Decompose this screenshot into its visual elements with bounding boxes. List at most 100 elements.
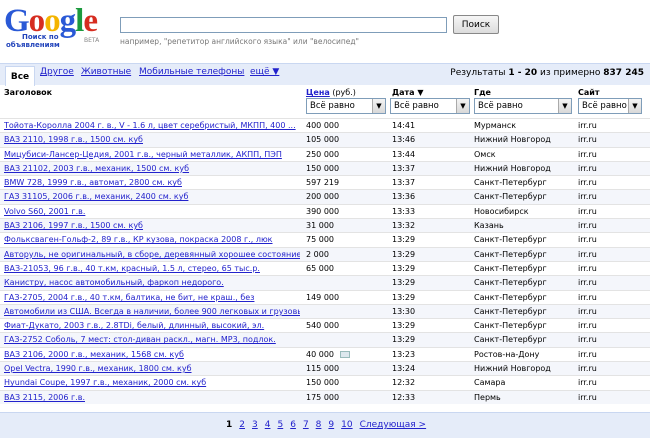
listing-title-link-text[interactable]: ВАЗ 2106, 1997 г.в., 1500 см. куб <box>4 221 143 230</box>
listing-title-link[interactable]: ВАЗ 2115, 2006 г.в. <box>4 393 300 403</box>
listing-title-link[interactable]: Тойота-Королла 2004 г. в., V - 1.6 л, цв… <box>4 121 300 131</box>
search-button[interactable]: Поиск <box>453 15 499 34</box>
logo-letter: g <box>59 3 76 39</box>
listing-time: 12:33 <box>392 393 470 403</box>
listing-place-text: Санкт-Петербург <box>474 192 547 202</box>
listing-title-link-text[interactable]: Тойота-Королла 2004 г. в., V - 1.6 л, цв… <box>4 121 296 130</box>
listing-time: 13:23 <box>392 350 470 360</box>
date-filter-select[interactable]: Всё равно ▼ <box>390 98 470 114</box>
listing-title-link-text[interactable]: BMW 728, 1999 г.в., автомат, 2800 см. ку… <box>4 178 182 187</box>
listing-title-link-text[interactable]: Авторуль, не оригинальный, в сборе, дере… <box>4 250 300 259</box>
listing-place-text: Санкт-Петербург <box>474 278 547 288</box>
column-date-header[interactable]: Дата ▼ <box>392 88 424 97</box>
listing-title-link[interactable]: Opel Vectra, 1990 г.в., механик, 1800 см… <box>4 364 300 374</box>
listing-title-link-text[interactable]: ВАЗ 2110, 1998 г.в., 1500 см. куб <box>4 135 143 144</box>
photo-icon[interactable] <box>340 350 350 358</box>
listing-time: 13:29 <box>392 235 470 245</box>
table-row: ГАЗ-2705, 2004 г.в., 40 т.км, балтика, н… <box>0 289 650 304</box>
listing-title-link-text[interactable]: ГАЗ-2705, 2004 г.в., 40 т.км, балтика, н… <box>4 293 254 302</box>
site-filter-value: Всё равно <box>582 101 627 111</box>
listing-title-link-text[interactable]: ВАЗ-21053, 96 г.в., 40 т.км, красный, 1.… <box>4 264 260 273</box>
listing-title-link[interactable]: ГАЗ-2752 Соболь, 7 мест: стол-диван раск… <box>4 335 300 345</box>
listing-title-link-text[interactable]: Hyundai Coupe, 1997 г.в., механик, 2000 … <box>4 378 206 387</box>
page-link[interactable]: 3 <box>252 420 258 430</box>
listing-price-text: 150 000 <box>306 378 340 388</box>
listing-title-link[interactable]: ГАЗ-2705, 2004 г.в., 40 т.км, балтика, н… <box>4 293 300 303</box>
tab-other[interactable]: Другое <box>40 67 74 77</box>
page-link[interactable]: 5 <box>277 420 283 430</box>
page-link[interactable]: 10 <box>341 420 352 430</box>
listing-place: Ростов-на-Дону <box>474 350 576 360</box>
price-filter-select[interactable]: Всё равно ▼ <box>306 98 386 114</box>
site-filter-select[interactable]: Всё равно ▼ <box>578 98 642 114</box>
page-link[interactable]: 9 <box>328 420 334 430</box>
listing-title-link-text[interactable]: Мицубиси-Лансер-Цедия, 2001 г.в., черный… <box>4 150 282 159</box>
page-link[interactable]: 8 <box>316 420 322 430</box>
listing-price: 150 000 <box>306 164 386 174</box>
listing-title-link-text[interactable]: Фольксваген-Гольф-2, 89 г.в., КР кузова,… <box>4 235 273 244</box>
listing-title-link-text[interactable]: ВАЗ 21102, 2003 г.в., механик, 1500 см. … <box>4 164 189 173</box>
listing-place: Пермь <box>474 393 576 403</box>
table-row: Тойота-Королла 2004 г. в., V - 1.6 л, цв… <box>0 118 650 132</box>
listing-time: 13:37 <box>392 164 470 174</box>
listing-price-text: 65 000 <box>306 263 334 273</box>
listing-site: irr.ru <box>578 121 648 131</box>
listing-title-link-text[interactable]: Канистру, насос автомобильный, фаркоп не… <box>4 278 224 287</box>
listing-time-text: 13:29 <box>392 263 416 273</box>
listing-title-link[interactable]: Автомобили из США. Всегда в наличии, бол… <box>4 307 300 317</box>
listing-title-link-text[interactable]: Volvo S60, 2001 г.в. <box>4 207 85 216</box>
listing-title-link-text[interactable]: ГАЗ-2752 Соболь, 7 мест: стол-диван раск… <box>4 335 276 344</box>
listing-title-link[interactable]: Volvo S60, 2001 г.в. <box>4 207 300 217</box>
listing-title-link[interactable]: ГАЗ 31105, 2006 г.в., механик, 2400 см. … <box>4 192 300 202</box>
listing-price-text: 200 000 <box>306 192 340 202</box>
logo[interactable]: Google Поиск по объявлениям BETA <box>4 3 108 49</box>
page-link[interactable]: 4 <box>265 420 271 430</box>
listing-title-link-text[interactable]: Opel Vectra, 1990 г.в., механик, 1800 см… <box>4 364 192 373</box>
listing-title-link-text[interactable]: Фиат-Дукато, 2003 г.в., 2.8TDi, белый, д… <box>4 321 264 330</box>
listing-title-link-text[interactable]: ВАЗ 2115, 2006 г.в. <box>4 393 85 402</box>
listing-title-link[interactable]: Hyundai Coupe, 1997 г.в., механик, 2000 … <box>4 378 300 388</box>
listing-title-link[interactable]: Мицубиси-Лансер-Цедия, 2001 г.в., черный… <box>4 150 300 160</box>
page-link[interactable]: 6 <box>290 420 296 430</box>
next-page-link[interactable]: Следующая > <box>360 420 427 430</box>
place-filter-select[interactable]: Всё равно ▼ <box>474 98 572 114</box>
table-row: ВАЗ 2115, 2006 г.в. 175 000 12:33 Пермь irr.… <box>0 389 650 404</box>
results-prefix: Результаты <box>450 68 509 78</box>
tab-all[interactable]: Все <box>5 66 35 86</box>
listing-title-link[interactable]: Авторуль, не оригинальный, в сборе, дере… <box>4 250 300 260</box>
listing-title-link[interactable]: Фиат-Дукато, 2003 г.в., 2.8TDi, белый, д… <box>4 321 300 331</box>
listing-title-link[interactable]: Фольксваген-Гольф-2, 89 г.в., КР кузова,… <box>4 235 300 245</box>
listing-title-link[interactable]: ВАЗ 2106, 1997 г.в., 1500 см. куб <box>4 221 300 231</box>
tab-mobile-phones[interactable]: Мобильные телефоны <box>139 67 244 77</box>
listing-title-link[interactable]: BMW 728, 1999 г.в., автомат, 2800 см. ку… <box>4 178 300 188</box>
listing-price-text: 400 000 <box>306 121 340 130</box>
listing-time: 14:41 <box>392 121 470 131</box>
listing-site: irr.ru <box>578 321 648 331</box>
tab-more[interactable]: ещё ▼ <box>250 67 279 77</box>
page-link[interactable]: 2 <box>239 420 245 430</box>
listing-title-link[interactable]: Канистру, насос автомобильный, фаркоп не… <box>4 278 300 288</box>
listing-title-link-text[interactable]: Автомобили из США. Всегда в наличии, бол… <box>4 307 300 316</box>
table-row: Volvo S60, 2001 г.в. 390 000 13:33 Новосиби… <box>0 203 650 218</box>
listing-price: 31 000 <box>306 221 386 231</box>
listing-place-text: Пермь <box>474 392 501 402</box>
listing-time: 13:46 <box>392 135 470 145</box>
listing-price: 150 000 <box>306 378 386 388</box>
listing-title-link[interactable]: ВАЗ 21102, 2003 г.в., механик, 1500 см. … <box>4 164 300 174</box>
listing-title-link[interactable]: ВАЗ 2106, 2000 г.в., механик, 1568 см. к… <box>4 350 300 360</box>
listing-title-link[interactable]: ВАЗ-21053, 96 г.в., 40 т.км, красный, 1.… <box>4 264 300 274</box>
search-input[interactable] <box>120 17 447 33</box>
listing-title-link-text[interactable]: ВАЗ 2106, 2000 г.в., механик, 1568 см. к… <box>4 350 184 359</box>
tab-animals[interactable]: Животные <box>81 67 131 77</box>
listing-title-link[interactable]: ВАЗ 2110, 1998 г.в., 1500 см. куб <box>4 135 300 145</box>
logo-subtitle-line1: Поиск по <box>22 33 59 41</box>
listing-time-text: 14:41 <box>392 121 416 130</box>
page-link[interactable]: 7 <box>303 420 309 430</box>
listing-site: irr.ru <box>578 364 648 374</box>
listing-title-link-text[interactable]: ГАЗ 31105, 2006 г.в., механик, 2400 см. … <box>4 192 188 201</box>
sort-by-price-link[interactable]: Цена <box>306 88 330 97</box>
listing-place: Омск <box>474 150 576 160</box>
listing-time: 13:36 <box>392 192 470 202</box>
listing-time: 13:29 <box>392 250 470 260</box>
table-row: Мицубиси-Лансер-Цедия, 2001 г.в., черный… <box>0 146 650 161</box>
